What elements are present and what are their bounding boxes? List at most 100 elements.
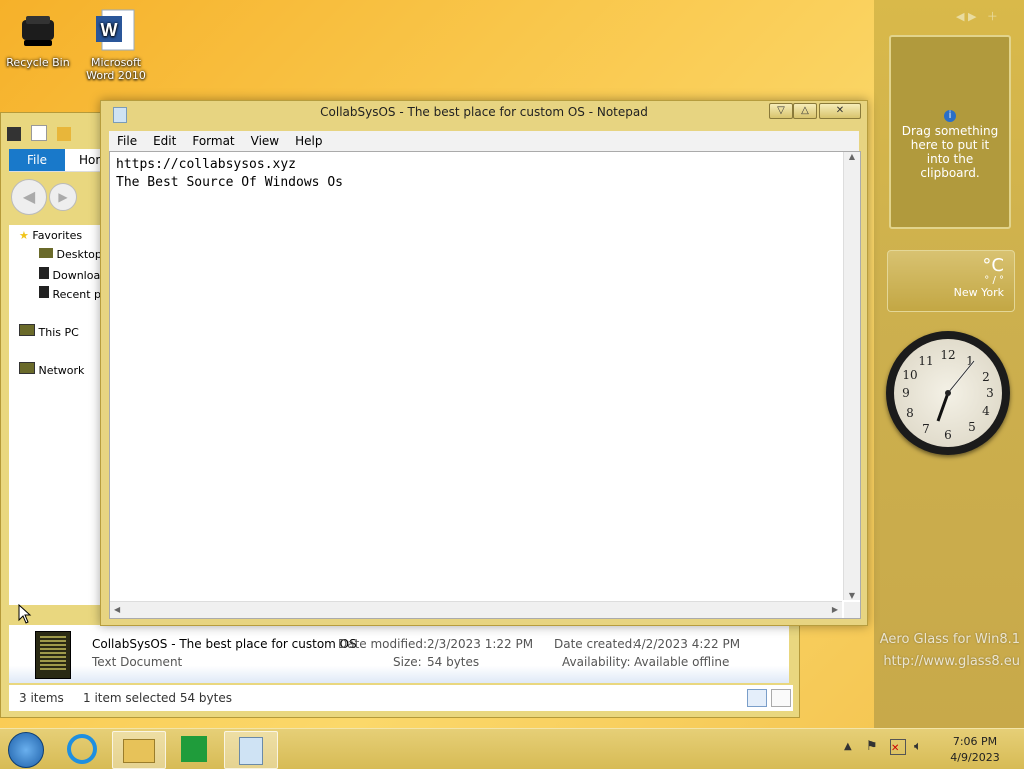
nav-label: This PC	[38, 326, 79, 339]
menu-help[interactable]: Help	[287, 131, 330, 151]
nav-downloads[interactable]: Downloa	[39, 267, 100, 282]
svg-text:11: 11	[918, 354, 933, 368]
nav-this-pc[interactable]: This PC	[19, 324, 79, 339]
created-value: 4/2/2023 4:22 PM	[634, 637, 741, 651]
text-document-icon	[35, 631, 71, 679]
svg-text:W: W	[101, 20, 118, 40]
scroll-down-icon[interactable]: ▼	[844, 591, 860, 600]
clipboard-gadget[interactable]: i Drag something here to put it into the…	[889, 35, 1011, 229]
downloads-icon	[39, 267, 49, 279]
nav-label: Recent p	[52, 288, 102, 301]
forward-button[interactable]: ▶	[49, 183, 77, 211]
text-content[interactable]: https://collabsysos.xyz The Best Source O…	[116, 156, 343, 192]
window-title: CollabSysOS - The best place for custom …	[320, 105, 648, 119]
maximize-button[interactable]: △	[793, 103, 817, 119]
menu-format[interactable]: Format	[184, 131, 242, 151]
svg-text:5: 5	[968, 420, 976, 434]
svg-text:8: 8	[906, 406, 914, 420]
taskbar-file-explorer[interactable]	[112, 731, 166, 769]
close-button[interactable]: ✕	[819, 103, 861, 119]
size-label: Size:	[393, 655, 422, 669]
desktop-icon-recycle-bin[interactable]: Recycle Bin	[0, 8, 76, 69]
item-count: 3 items	[19, 691, 64, 705]
nav-network[interactable]: Network	[19, 362, 84, 377]
star-icon: ★	[19, 229, 29, 242]
horizontal-scrollbar[interactable]: ◀ ▶	[110, 601, 842, 618]
scroll-right-icon[interactable]: ▶	[832, 602, 838, 618]
taskbar-internet-explorer[interactable]	[56, 731, 108, 767]
selection-info: 1 item selected 54 bytes	[83, 691, 232, 705]
svg-text:10: 10	[902, 368, 917, 382]
resize-grip[interactable]	[844, 602, 860, 618]
nav-label: Network	[38, 364, 85, 377]
clock-date[interactable]: 4/9/2023	[945, 751, 1005, 764]
details-view-button[interactable]	[747, 689, 767, 707]
large-icons-view-button[interactable]	[771, 689, 791, 707]
action-center-flag-icon[interactable]: ⚑	[866, 739, 878, 754]
svg-text:7: 7	[922, 422, 930, 436]
minimize-button[interactable]: ▽	[769, 103, 793, 119]
network-icon	[19, 362, 35, 374]
svg-text:9: 9	[902, 386, 910, 400]
desktop-folder-icon	[39, 248, 53, 258]
store-icon	[181, 736, 207, 762]
info-icon: i	[891, 107, 1009, 122]
nav-recent[interactable]: Recent p	[39, 286, 101, 301]
svg-text:4: 4	[982, 404, 990, 418]
weather-city: New York	[953, 286, 1004, 299]
details-pane: CollabSysOS - The best place for custom …	[9, 625, 789, 683]
svg-text:3: 3	[986, 386, 994, 400]
modified-label: Date modified:	[338, 637, 428, 651]
svg-text:6: 6	[944, 428, 952, 442]
vertical-scrollbar[interactable]: ▲ ▼	[843, 152, 860, 600]
weather-gadget[interactable]: °C ° / ° New York	[887, 250, 1015, 312]
computer-icon	[19, 324, 35, 336]
clock-time[interactable]: 7:06 PM	[945, 735, 1005, 748]
navigation-pane: ★ Favorites Desktop Downloa Recent p Thi…	[9, 225, 109, 605]
nav-label: Downloa	[52, 269, 101, 282]
taskbar-store[interactable]	[168, 731, 220, 767]
nav-label: Desktop	[56, 248, 102, 261]
tray-overflow-icon[interactable]: ▲	[844, 741, 852, 752]
recycle-bin-icon	[16, 8, 60, 52]
taskbar-notepad[interactable]	[224, 731, 278, 769]
ie-icon	[67, 734, 97, 764]
forward-arrow-icon: ▶	[58, 190, 68, 204]
svg-text:12: 12	[940, 348, 955, 362]
notepad-icon	[239, 737, 263, 765]
network-status-icon[interactable]: ✕	[890, 739, 906, 755]
folder-icon	[123, 739, 155, 763]
scroll-left-icon[interactable]: ◀	[114, 602, 120, 618]
tab-file[interactable]: File	[9, 149, 65, 171]
menu-file[interactable]: File	[109, 131, 145, 151]
sidebar-controls[interactable]: ◀ ▶ ＋	[956, 8, 998, 24]
recent-places-icon	[39, 286, 49, 298]
availability-label: Availability:	[562, 655, 631, 669]
back-button[interactable]: ◀	[11, 179, 47, 215]
size-value: 54 bytes	[427, 655, 480, 669]
quick-access-toolbar[interactable]	[7, 125, 71, 144]
file-type: Text Document	[92, 655, 183, 669]
word-icon: W	[94, 8, 138, 52]
nav-desktop[interactable]: Desktop	[39, 248, 102, 261]
modified-value: 2/3/2023 1:22 PM	[427, 637, 534, 651]
availability-value: Available offline	[634, 655, 730, 669]
desktop-icon-label: Microsoft Word 2010	[86, 56, 146, 82]
menu-view[interactable]: View	[243, 131, 287, 151]
clock-face: 12 1 2 345 678 9 10 11	[894, 339, 1002, 447]
watermark-line2: http://www.glass8.eu	[883, 654, 1020, 669]
desktop-icon-word[interactable]: W Microsoft Word 2010	[78, 8, 154, 82]
back-arrow-icon: ◀	[22, 187, 36, 206]
notepad-window[interactable]: CollabSysOS - The best place for custom …	[100, 100, 868, 626]
menu-edit[interactable]: Edit	[145, 131, 184, 151]
status-bar: 3 items 1 item selected 54 bytes	[9, 685, 793, 711]
clock-gadget[interactable]: 12 1 2 345 678 9 10 11	[886, 331, 1010, 455]
text-editor[interactable]: https://collabsysos.xyz The Best Source O…	[109, 151, 861, 619]
scroll-up-icon[interactable]: ▲	[844, 152, 860, 161]
nav-favorites[interactable]: ★ Favorites	[19, 229, 82, 242]
desktop-icon-label: Recycle Bin	[6, 56, 70, 69]
volume-muted-icon[interactable]: 🔈︎	[914, 739, 922, 754]
windows-logo-icon	[8, 732, 44, 768]
start-button[interactable]	[2, 731, 50, 768]
taskbar: ▲ ⚑ ✕ 🔈︎ 7:06 PM 4/9/2023	[0, 728, 1024, 769]
